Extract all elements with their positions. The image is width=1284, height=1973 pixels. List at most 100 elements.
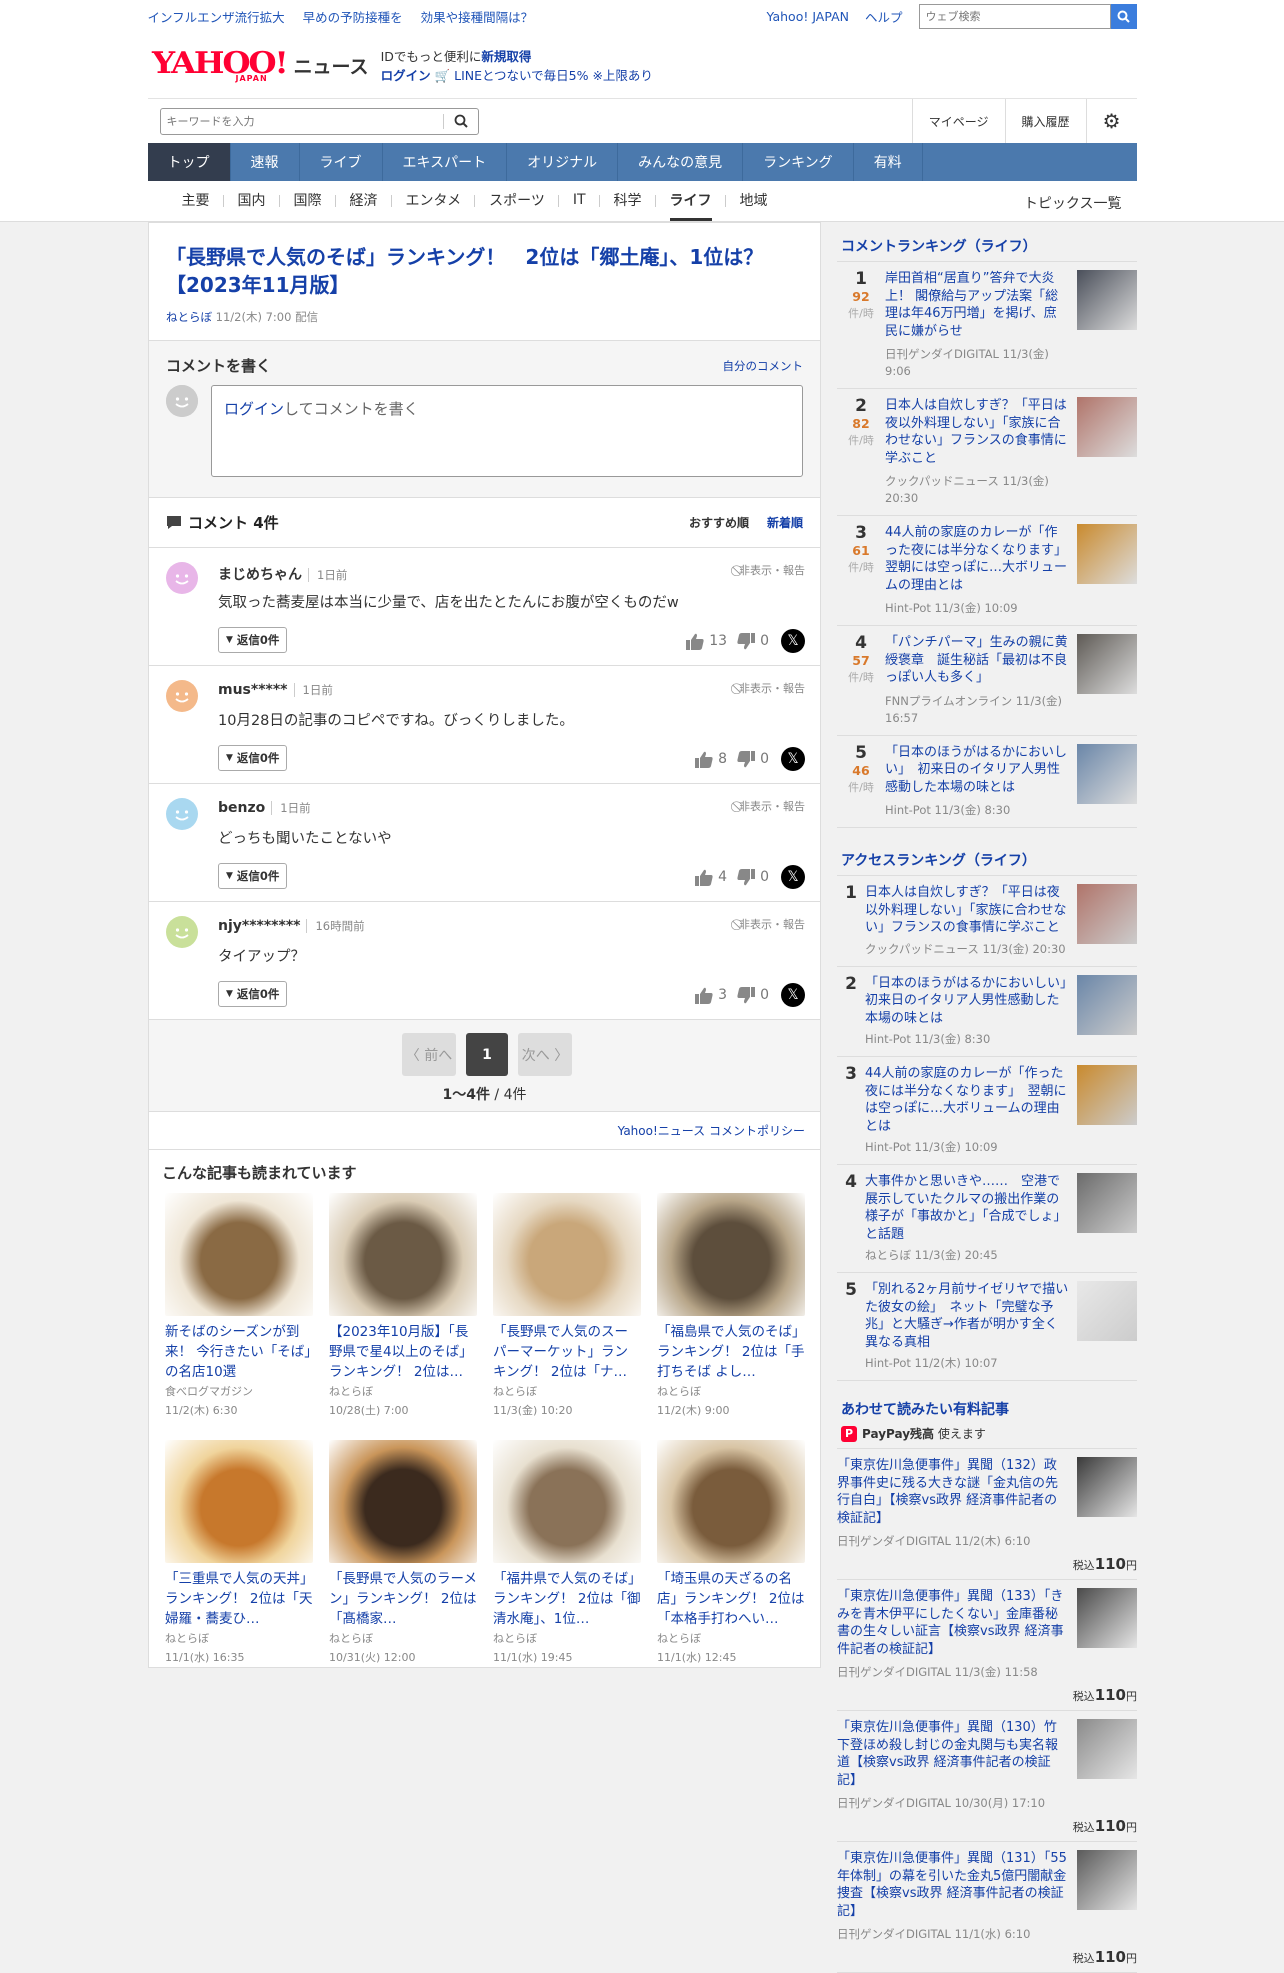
report-link[interactable]: ⃠非表示・報告	[739, 680, 805, 696]
related-card[interactable]: 「三重県で人気の天丼」ランキング！ 2位は「天婦羅・蕎麦ひ… ねとらぼ 11/1…	[165, 1440, 313, 1667]
gnav-expert[interactable]: エキスパート	[383, 143, 508, 181]
paid-thumbnail[interactable]	[1077, 1719, 1137, 1779]
signup-link[interactable]: 新規取得	[481, 49, 531, 64]
dislike-button[interactable]: 0	[737, 986, 769, 1004]
paid-thumbnail[interactable]	[1077, 1457, 1137, 1517]
paid-article-item[interactable]: 「東京佐川急便事件」異聞（131）「55年体制」の幕を引いた金丸5億円闇献金捜査…	[837, 1842, 1137, 1973]
rank-title-link[interactable]: 「別れる2ヶ月前サイゼリヤで描いた彼女の絵」 ネット「完璧な予兆」と大騒ぎ→作者…	[865, 1281, 1069, 1351]
paid-article-item[interactable]: 「東京佐川急便事件」異聞（130）竹下登ほめ殺し封じの金丸関与も実名報道【検察v…	[837, 1711, 1137, 1842]
comment-login-link[interactable]: ログイン	[224, 400, 284, 418]
rank-thumbnail[interactable]	[1077, 743, 1137, 804]
related-title-link[interactable]: 「埼玉県の天ざるの名店」ランキング！ 2位は「本格手打わへい…	[657, 1569, 805, 1629]
rank-title-link[interactable]: 岸田首相“居直り”答弁で大炎上！ 閣僚給与アップ法案「総理は年46万円増」を掲げ…	[885, 270, 1069, 340]
like-button[interactable]: 3	[695, 987, 727, 1004]
related-title-link[interactable]: 【2023年10月版】「長野県で星4以上のそば」ランキング！ 2位は…	[329, 1322, 477, 1382]
snav-science[interactable]: 科学	[600, 181, 656, 219]
comment-ranking-item[interactable]: 5 46 件/時 「日本のほうがはるかにおいしい」 初来日のイタリア人男性感動した本…	[837, 736, 1137, 828]
access-ranking-item[interactable]: 3 44人前の家庭のカレーが「作った夜には半分なくなります」 翌朝には空っぽに……	[837, 1057, 1137, 1165]
related-thumbnail[interactable]	[493, 1193, 641, 1316]
prev-page-button[interactable]: 〈 前へ	[402, 1033, 456, 1076]
related-thumbnail[interactable]	[657, 1440, 805, 1563]
user-name[interactable]: benzo	[218, 800, 265, 816]
rank-title-link[interactable]: 大事件かと思いきや…… 空港で展示していたクルマの搬出作業の様子が「事故かと」「…	[865, 1173, 1069, 1243]
snav-it[interactable]: IT	[559, 181, 600, 219]
related-card[interactable]: 「埼玉県の天ざるの名店」ランキング！ 2位は「本格手打わへい… ねとらぼ 11/…	[657, 1440, 805, 1667]
related-card[interactable]: 「福井県で人気のそば」ランキング！ 2位は「御清水庵」、1位… ねとらぼ 11/…	[493, 1440, 641, 1667]
x-share-button[interactable]: 𝕏	[781, 865, 805, 889]
rank-title-link[interactable]: 「日本のほうがはるかにおいしい」 初来日のイタリア人男性感動した本場の味とは	[885, 744, 1069, 797]
rank-title-link[interactable]: 「日本のほうがはるかにおいしい」 初来日のイタリア人男性感動した本場の味とは	[865, 975, 1080, 1028]
related-card[interactable]: 「福島県で人気のそば」ランキング！ 2位は「手打ちそば よし… ねとらぼ 11/…	[657, 1193, 805, 1420]
reply-toggle[interactable]: ▼ 返信0件	[218, 745, 288, 771]
dislike-button[interactable]: 0	[737, 632, 769, 650]
related-title-link[interactable]: 「長野県で人気のラーメン」ランキング！ 2位は「髙橋家…	[329, 1569, 477, 1629]
current-page[interactable]: 1	[466, 1033, 508, 1076]
dislike-button[interactable]: 0	[737, 750, 769, 768]
rank-title-link[interactable]: 「パンチパーマ」生みの親に黄綬褒章 誕生秘話「最初は不良っぽい人も多く」	[885, 634, 1069, 687]
user-name[interactable]: まじめちゃん	[218, 567, 302, 583]
gnav-flash[interactable]: 速報	[231, 143, 300, 181]
snav-entertainment[interactable]: エンタメ	[392, 181, 476, 219]
comment-ranking-item[interactable]: 3 61 件/時 44人前の家庭のカレーが「作った夜には半分なくなります」翌朝には空…	[837, 516, 1137, 626]
related-title-link[interactable]: 「福島県で人気のそば」ランキング！ 2位は「手打ちそば よし…	[657, 1322, 805, 1382]
rank-title-link[interactable]: 日本人は自炊しすぎ？「平日は夜以外料理しない」「家族に合わせない」フランスの食事…	[885, 397, 1069, 467]
snav-sports[interactable]: スポーツ	[475, 181, 559, 219]
yahoo-japan-link[interactable]: Yahoo! JAPAN	[767, 9, 849, 24]
related-card[interactable]: 「長野県で人気のスーパーマーケット」ランキング！ 2位は「ナ… ねとらぼ 11/…	[493, 1193, 641, 1420]
snav-life[interactable]: ライフ	[656, 181, 726, 221]
reply-toggle[interactable]: ▼ 返信0件	[218, 863, 288, 889]
paid-title-link[interactable]: 「東京佐川急便事件」異聞（131）「55年体制」の幕を引いた金丸5億円闇献金捜査…	[837, 1850, 1069, 1920]
like-button[interactable]: 13	[686, 633, 727, 650]
related-thumbnail[interactable]	[329, 1193, 477, 1316]
paid-article-item[interactable]: 「東京佐川急便事件」異聞（133）「きみを青木伊平にしたくない」金庫番秘書の生々…	[837, 1580, 1137, 1711]
rank-title-link[interactable]: 日本人は自炊しすぎ？「平日は夜以外料理しない」「家族に合わせない」フランスの食事…	[865, 884, 1069, 937]
rank-title-link[interactable]: 44人前の家庭のカレーが「作った夜には半分なくなります」 翌朝には空っぽに…大ボ…	[865, 1065, 1069, 1135]
access-ranking-item[interactable]: 5 「別れる2ヶ月前サイゼリヤで描いた彼女の絵」 ネット「完璧な予兆」と大騒ぎ→…	[837, 1273, 1137, 1381]
rank-thumbnail[interactable]	[1077, 634, 1137, 694]
snav-main[interactable]: 主要	[168, 181, 224, 219]
promo-link[interactable]: 効果や接種間隔は？	[421, 10, 534, 25]
comment-user[interactable]: benzo 1日前	[218, 800, 311, 816]
related-title-link[interactable]: 「三重県で人気の天丼」ランキング！ 2位は「天婦羅・蕎麦ひ…	[165, 1569, 313, 1629]
article-source[interactable]: ねとらぼ	[166, 310, 212, 324]
rank-thumbnail[interactable]	[1077, 1065, 1137, 1125]
related-thumbnail[interactable]	[657, 1193, 805, 1316]
paid-title-link[interactable]: 「東京佐川急便事件」異聞（133）「きみを青木伊平にしたくない」金庫番秘書の生々…	[837, 1588, 1069, 1658]
line-link[interactable]: LINEとつないで毎日5% ※上限あり	[454, 68, 653, 83]
web-search-button[interactable]	[1110, 4, 1137, 29]
comment-ranking-item[interactable]: 2 82 件/時 日本人は自炊しすぎ？「平日は夜以外料理しない」「家族に合わせない」…	[837, 389, 1137, 516]
mypage-link[interactable]: マイページ	[911, 99, 1005, 143]
snav-domestic[interactable]: 国内	[224, 181, 280, 219]
related-title-link[interactable]: 「福井県で人気のそば」ランキング！ 2位は「御清水庵」、1位…	[493, 1569, 641, 1629]
yahoo-logo[interactable]: YAHOO! JAPAN	[152, 44, 290, 88]
snav-local[interactable]: 地域	[726, 181, 782, 219]
related-thumbnail[interactable]	[493, 1440, 641, 1563]
gnav-live[interactable]: ライブ	[300, 143, 383, 181]
snav-economy[interactable]: 経済	[336, 181, 392, 219]
comment-ranking-item[interactable]: 4 57 件/時 「パンチパーマ」生みの親に黄綬褒章 誕生秘話「最初は不良っぽい人も…	[837, 626, 1137, 736]
my-comments-link[interactable]: 自分のコメント	[723, 358, 804, 374]
user-name[interactable]: njy********	[218, 918, 300, 934]
access-ranking-item[interactable]: 2 「日本のほうがはるかにおいしい」 初来日のイタリア人男性感動した本場の味とは…	[837, 967, 1137, 1057]
rank-thumbnail[interactable]	[1077, 884, 1137, 944]
related-thumbnail[interactable]	[165, 1440, 313, 1563]
related-card[interactable]: 新そばのシーズンが到来！ 今行きたい「そば」の名店10選 食べログマガジン 11…	[165, 1193, 313, 1420]
comment-user[interactable]: njy******** 16時間前	[218, 918, 365, 934]
gnav-original[interactable]: オリジナル	[507, 143, 619, 181]
related-card[interactable]: 【2023年10月版】「長野県で星4以上のそば」ランキング！ 2位は… ねとらぼ…	[329, 1193, 477, 1420]
avatar[interactable]	[166, 798, 198, 834]
comment-policy-link[interactable]: Yahoo!ニュース コメントポリシー	[618, 1122, 805, 1139]
rank-thumbnail[interactable]	[1077, 974, 1137, 1035]
rank-thumbnail[interactable]	[1077, 1281, 1137, 1341]
paid-title-link[interactable]: 「東京佐川急便事件」異聞（130）竹下登ほめ殺し封じの金丸関与も実名報道【検察v…	[837, 1719, 1069, 1789]
rank-thumbnail[interactable]	[1077, 270, 1137, 330]
paid-title-link[interactable]: 「東京佐川急便事件」異聞（132）政界事件史に残る大きな謎「金丸信の先行自白」【…	[837, 1457, 1069, 1527]
paid-article-item[interactable]: 「東京佐川急便事件」異聞（132）政界事件史に残る大きな謎「金丸信の先行自白」【…	[837, 1449, 1137, 1580]
rank-title-link[interactable]: 44人前の家庭のカレーが「作った夜には半分なくなります」翌朝には空っぽに…大ボリ…	[885, 524, 1069, 594]
sort-new[interactable]: 新着順	[767, 516, 803, 530]
comment-ranking-item[interactable]: 1 92 件/時 岸田首相“居直り”答弁で大炎上！ 閣僚給与アップ法案「総理は年46…	[837, 262, 1137, 389]
promo-link[interactable]: 早めの予防接種を	[303, 10, 403, 25]
user-name[interactable]: mus*****	[218, 682, 288, 698]
promo-link[interactable]: インフルエンザ流行拡大	[148, 10, 285, 25]
gnav-opinion[interactable]: みんなの意見	[618, 143, 744, 181]
